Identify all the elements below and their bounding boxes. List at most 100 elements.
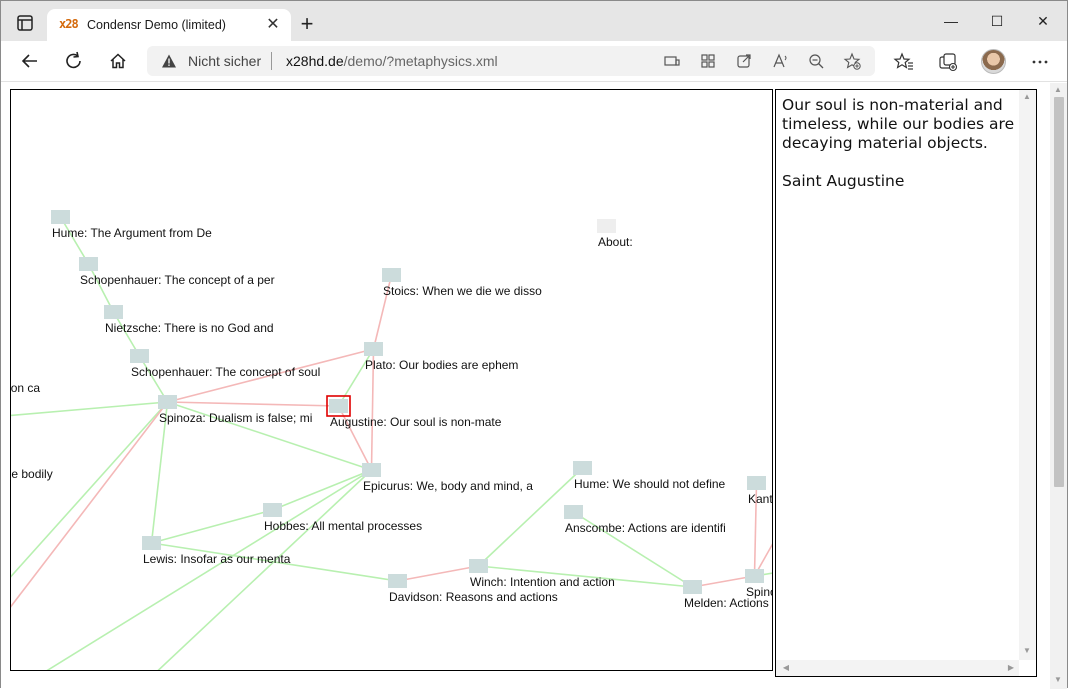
page-content: Hume: The Argument from De Schopenhauer: … — [1, 83, 1067, 689]
page-scroll-up-icon[interactable]: ▲ — [1050, 85, 1066, 94]
graph-canvas[interactable]: Hume: The Argument from De Schopenhauer: … — [10, 89, 773, 671]
graph-node-box[interactable] — [104, 305, 123, 319]
address-bar[interactable]: Nicht sicher x28hd.de/demo/?metaphysics.… — [147, 46, 875, 76]
graph-node-box[interactable] — [388, 574, 407, 588]
graph-node-box[interactable] — [142, 536, 161, 550]
graph-node-box[interactable] — [158, 395, 177, 409]
graph-node-hume2[interactable]: Hume: We should not define — [573, 461, 726, 491]
scroll-up-icon[interactable]: ▲ — [1019, 92, 1035, 101]
graph-node-spinoza1[interactable]: Spinoza: Dualism is false; mi — [158, 395, 312, 425]
graph-node-hume1[interactable]: Hume: The Argument from De — [51, 210, 212, 240]
graph-node-label[interactable]: Augustine: Our soul is non-mate — [330, 415, 502, 429]
graph-node-lewis[interactable]: Lewis: Insofar as our menta — [142, 536, 291, 566]
graph-node-box[interactable] — [745, 569, 764, 583]
graph-node-box[interactable] — [747, 476, 766, 490]
tab-favicon-icon: x28 — [59, 17, 79, 31]
graph-node-label[interactable]: Hobbes: All mental processes — [264, 519, 422, 533]
graph-node-label[interactable]: onnection ca — [11, 381, 40, 395]
home-icon[interactable] — [103, 47, 133, 75]
graph-node-augustine[interactable]: Augustine: Our soul is non-mate — [326, 395, 502, 429]
graph-node-schop1[interactable]: Schopenhauer: The concept of a per — [79, 257, 275, 287]
graph-node-nietz[interactable]: Nietzsche: There is no God and — [104, 305, 274, 335]
profile-avatar[interactable] — [981, 49, 1006, 74]
graph-node-box[interactable] — [469, 559, 488, 573]
graph-node-schop2[interactable]: Schopenhauer: The concept of soul — [130, 349, 320, 379]
new-tab-button[interactable]: + — [295, 13, 319, 37]
graph-node-label[interactable]: Davidson: Reasons and actions — [389, 590, 558, 604]
graph-node-box[interactable] — [564, 505, 583, 519]
panel-horizontal-scrollbar[interactable]: ◀ ▶ — [776, 660, 1019, 676]
graph-node-hobbes[interactable]: Hobbes: All mental processes — [263, 503, 422, 533]
panel-vertical-scrollbar[interactable]: ▲ ▼ — [1019, 90, 1036, 660]
url-text[interactable]: x28hd.de/demo/?metaphysics.xml — [286, 53, 498, 69]
graph-node-kant[interactable]: Kant: — [747, 476, 773, 506]
graph-node-label[interactable]: Hume: We should not define — [574, 477, 726, 491]
page-view-icon[interactable] — [663, 52, 681, 70]
detail-panel[interactable]: Our soul is non-material and timeless, w… — [775, 89, 1037, 677]
page-scrollbar-thumb[interactable] — [1054, 97, 1064, 487]
graph-node-box[interactable] — [362, 463, 381, 477]
graph-node-label[interactable]: Hume: The Argument from De — [52, 226, 212, 240]
graph-node-winch[interactable]: Winch: Intention and action — [469, 559, 615, 589]
graph-svg[interactable]: Hume: The Argument from De Schopenhauer: … — [11, 90, 773, 671]
close-window-button[interactable]: ✕ — [1020, 1, 1066, 41]
graph-node-label[interactable]: Spinoz — [746, 585, 773, 599]
collections-icon[interactable] — [937, 51, 959, 73]
graph-node-label[interactable]: Anscombe: Actions are identifi — [565, 521, 726, 535]
read-aloud-icon[interactable] — [771, 52, 789, 70]
graph-node-label[interactable]: Nietzsche: There is no God and — [105, 321, 274, 335]
tab-close-icon[interactable]: ✕ — [263, 15, 283, 35]
graph-node-box[interactable] — [683, 580, 702, 594]
scroll-left-icon[interactable]: ◀ — [778, 663, 794, 672]
security-label[interactable]: Nicht sicher — [188, 53, 261, 69]
graph-node-box[interactable] — [364, 342, 383, 356]
graph-node-box[interactable] — [263, 503, 282, 517]
apps-icon[interactable] — [699, 52, 717, 70]
graph-node-conn[interactable]: onnection ca — [11, 365, 40, 395]
graph-node-label[interactable]: Stoics: When we die we disso — [383, 284, 542, 298]
reload-icon[interactable] — [59, 47, 89, 75]
graph-node-box[interactable] — [51, 210, 70, 224]
zoom-out-icon[interactable] — [807, 52, 825, 70]
graph-node-plato[interactable]: Plato: Our bodies are ephem — [364, 342, 518, 372]
more-icon[interactable] — [1029, 51, 1051, 73]
open-in-app-icon[interactable] — [735, 52, 753, 70]
address-toolbar: Nicht sicher x28hd.de/demo/?metaphysics.… — [1, 41, 1067, 82]
active-tab[interactable]: x28 Condensr Demo (limited) ✕ — [47, 9, 291, 41]
graph-node-about[interactable]: About: — [597, 219, 633, 249]
graph-node-label[interactable]: l and the bodily — [11, 467, 53, 481]
graph-node-box[interactable] — [130, 349, 149, 363]
graph-node-anscombe[interactable]: Anscombe: Actions are identifi — [564, 505, 726, 535]
page-scroll-down-icon[interactable]: ▼ — [1050, 675, 1066, 684]
graph-node-label[interactable]: About: — [598, 235, 633, 249]
tab-actions-icon[interactable] — [13, 11, 37, 35]
graph-node-label[interactable]: Kant: — [748, 492, 773, 506]
graph-node-label[interactable]: Schopenhauer: The concept of a per — [80, 273, 275, 287]
scroll-right-icon[interactable]: ▶ — [1003, 663, 1019, 672]
graph-node-label[interactable]: Lewis: Insofar as our menta — [143, 552, 291, 566]
graph-node-box[interactable] — [329, 399, 348, 413]
add-favorite-icon[interactable] — [843, 52, 861, 70]
minimize-button[interactable]: — — [928, 1, 974, 41]
favorites-icon[interactable] — [893, 51, 915, 73]
graph-node-label[interactable]: Spinoza: Dualism is false; mi — [159, 411, 312, 425]
graph-node-epicurus[interactable]: Epicurus: We, body and mind, a — [362, 463, 533, 493]
maximize-button[interactable]: ☐ — [974, 1, 1020, 41]
graph-node-bodily[interactable]: l and the bodily — [11, 451, 53, 481]
graph-node-box[interactable] — [597, 219, 616, 233]
warning-icon[interactable] — [161, 53, 177, 69]
page-scrollbar[interactable]: ▲ ▼ — [1050, 83, 1067, 689]
graph-node-label[interactable]: Epicurus: We, body and mind, a — [363, 479, 533, 493]
graph-node-box[interactable] — [382, 268, 401, 282]
graph-edge — [272, 469, 372, 511]
graph-node-box[interactable] — [573, 461, 592, 475]
graph-node-box[interactable] — [79, 257, 98, 271]
graph-edge — [59, 216, 90, 265]
back-arrow-icon[interactable] — [15, 47, 45, 75]
graph-node-label[interactable]: Plato: Our bodies are ephem — [365, 358, 518, 372]
graph-node-label[interactable]: Schopenhauer: The concept of soul — [131, 365, 320, 379]
graph-edge — [11, 401, 168, 417]
graph-node-label[interactable]: Winch: Intention and action — [470, 575, 615, 589]
graph-node-stoics[interactable]: Stoics: When we die we disso — [382, 268, 542, 298]
scroll-down-icon[interactable]: ▼ — [1019, 646, 1035, 655]
